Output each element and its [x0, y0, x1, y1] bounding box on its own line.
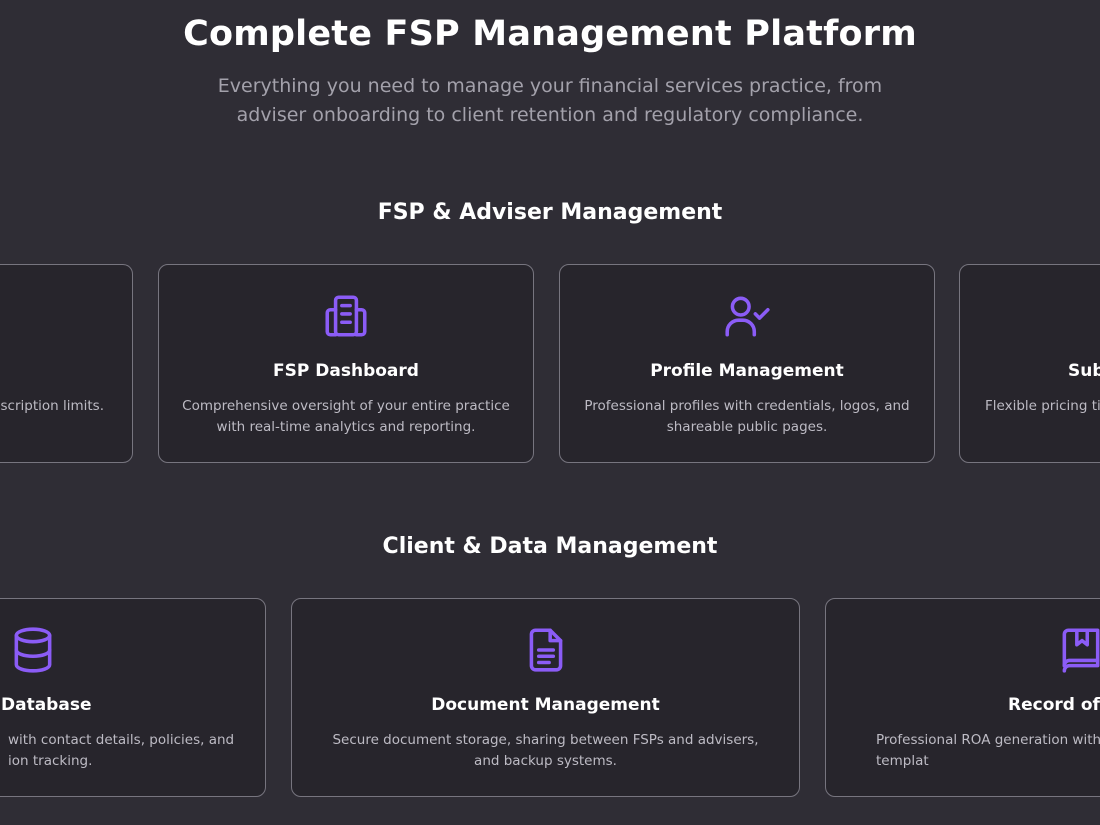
- feature-card-description: with contact details, policies, and ion …: [8, 732, 235, 769]
- feature-card-description: Professional ROA generation with A templ…: [876, 732, 1100, 769]
- section-title-fsp-adviser: FSP & Adviser Management: [377, 200, 723, 225]
- feature-card-title: Database: [1, 695, 92, 715]
- book-icon: [1056, 625, 1100, 675]
- feature-card-profile-management[interactable]: Profile Management Professional profiles…: [559, 264, 935, 463]
- feature-card-title: Sub: [1068, 361, 1100, 381]
- feature-card-client-database[interactable]: Database with contact details, policies,…: [0, 598, 266, 797]
- feature-card-description: Professional profiles with credentials, …: [584, 398, 910, 435]
- feature-card-title: Record of A: [1008, 695, 1100, 715]
- feature-card-adviser-management[interactable]: ent le-based access, scription limits.: [0, 264, 133, 463]
- page-subtitle: Everything you need to manage your finan…: [217, 75, 883, 126]
- feature-card-title: Profile Management: [650, 361, 844, 381]
- feature-card-record-of-advice[interactable]: Record of A Professional ROA generation …: [825, 598, 1100, 797]
- database-icon: [8, 625, 58, 675]
- feature-card-document-management[interactable]: Document Management Secure document stor…: [291, 598, 800, 797]
- user-check-icon: [722, 291, 772, 341]
- feature-card-title: ent: [0, 361, 132, 381]
- features-page: Complete FSP Management Platform Everyth…: [0, 0, 1100, 825]
- file-text-icon: [521, 625, 571, 675]
- page-title: Complete FSP Management Platform: [183, 14, 917, 54]
- feature-card-subscription[interactable]: Sub Flexible pricing tie automat: [959, 264, 1100, 463]
- building-icon: [321, 291, 371, 341]
- section-title-client-data: Client & Data Management: [382, 534, 718, 559]
- feature-card-description: Comprehensive oversight of your entire p…: [182, 398, 510, 435]
- feature-card-title: Document Management: [431, 695, 660, 715]
- feature-card-title: FSP Dashboard: [273, 361, 419, 381]
- feature-card-fsp-dashboard[interactable]: FSP Dashboard Comprehensive oversight of…: [158, 264, 534, 463]
- feature-card-description: Flexible pricing tie automat: [985, 398, 1100, 414]
- feature-card-description: le-based access, scription limits.: [0, 398, 104, 414]
- feature-card-description: Secure document storage, sharing between…: [332, 732, 759, 769]
